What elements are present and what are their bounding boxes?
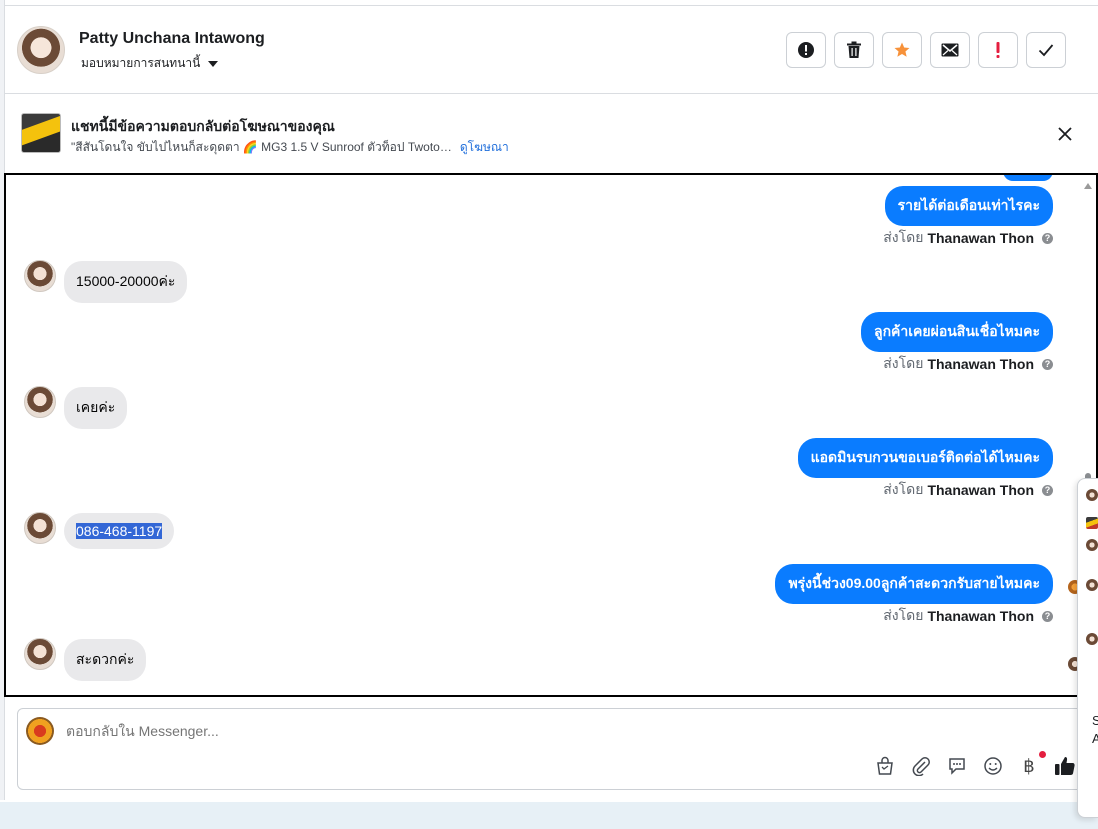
incoming-message[interactable]: สะดวกค่ะ: [64, 639, 147, 681]
contact-avatar-small[interactable]: [24, 386, 56, 418]
star-icon: [894, 42, 910, 57]
attach-button[interactable]: [910, 755, 932, 777]
report-spam-icon: [798, 42, 814, 58]
report-spam-button[interactable]: [786, 32, 826, 68]
scroll-up-arrow-icon[interactable]: [1084, 183, 1092, 189]
panel-text-s: S: [1092, 713, 1098, 728]
panel-avatar[interactable]: [1086, 633, 1098, 645]
sent-by-prefix: ส่งโดย: [883, 481, 924, 497]
view-ad-link[interactable]: ดูโฆษณา: [460, 138, 509, 157]
panel-avatar[interactable]: [1086, 539, 1098, 551]
caret-down-icon: [208, 60, 219, 67]
outgoing-message[interactable]: รายได้ต่อเดือนเท่าไรคะ: [884, 186, 1053, 226]
emoji-button[interactable]: [982, 755, 1004, 777]
ad-banner-subtitle: "สีสันโดนใจ ขับไปไหนก็สะดุดตา 🌈 MG3 1.5 …: [71, 140, 452, 154]
checkmark-icon: [1038, 44, 1054, 57]
sent-by-label: ส่งโดย Thanawan Thon ?: [883, 479, 1053, 501]
important-icon: [996, 42, 1000, 58]
panel-text-a: A: [1092, 731, 1098, 746]
baht-payment-icon: ฿: [1023, 755, 1035, 777]
contact-avatar-small[interactable]: [24, 260, 56, 292]
message-thread[interactable]: รายได้ต่อเดือนเท่าไรคะ ส่งโดย Thanawan T…: [4, 173, 1098, 697]
sent-by-prefix: ส่งโดย: [883, 229, 924, 245]
help-icon[interactable]: ?: [1042, 484, 1053, 496]
sent-by-label: ส่งโดย Thanawan Thon ?: [883, 605, 1053, 627]
panel-avatar[interactable]: [1086, 489, 1098, 501]
sender-name: Thanawan Thon: [927, 608, 1034, 624]
contact-avatar-small[interactable]: [24, 638, 56, 670]
outgoing-message[interactable]: แอดมินรบกวนขอเบอร์ติดต่อได้ไหมคะ: [797, 438, 1053, 478]
notification-dot: [1039, 751, 1046, 758]
close-icon: [1058, 127, 1072, 141]
panel-avatar[interactable]: [1086, 579, 1098, 591]
payment-button[interactable]: ฿: [1018, 751, 1046, 777]
help-icon[interactable]: ?: [1042, 358, 1053, 370]
ad-thumbnail[interactable]: [21, 113, 61, 153]
message-composer: ฿: [17, 708, 1087, 790]
assign-label: มอบหมายการสนทนานี้: [81, 56, 201, 70]
shop-button[interactable]: [874, 755, 896, 777]
emoji-icon: [984, 757, 1002, 775]
sent-by-prefix: ส่งโดย: [883, 607, 924, 623]
conversation-actions: [786, 32, 1066, 68]
help-icon[interactable]: ?: [1042, 232, 1053, 244]
envelope-icon: [941, 43, 959, 57]
sent-by-prefix: ส่งโดย: [883, 355, 924, 371]
panel-ad-thumbnail[interactable]: [1086, 517, 1098, 529]
ad-reply-banner: แชทนี้มีข้อความตอบกลับต่อโฆษณาของคุณ "สี…: [5, 95, 1098, 173]
important-button[interactable]: [978, 32, 1018, 68]
side-conversation-panel[interactable]: S A: [1077, 478, 1098, 818]
incoming-message[interactable]: 086-468-1197: [64, 513, 175, 549]
ad-banner-subtitle-row: "สีสันโดนใจ ขับไปไหนก็สะดุดตา 🌈 MG3 1.5 …: [71, 138, 509, 157]
bottom-status-strip: [0, 802, 1098, 829]
delete-button[interactable]: [834, 32, 874, 68]
shopping-bag-icon: [877, 756, 893, 775]
contact-avatar[interactable]: [17, 26, 65, 74]
saved-reply-icon: [949, 758, 965, 775]
help-icon[interactable]: ?: [1042, 610, 1053, 622]
contact-avatar-small[interactable]: [24, 512, 56, 544]
page-avatar: [26, 717, 54, 745]
conversation-header: Patty Unchana Intawong มอบหมายการสนทนานี…: [5, 5, 1098, 94]
assign-conversation-dropdown[interactable]: มอบหมายการสนทนานี้: [81, 54, 219, 73]
ad-banner-title: แชทนี้มีข้อความตอบกลับต่อโฆษณาของคุณ: [71, 118, 335, 134]
sent-by-label: ส่งโดย Thanawan Thon ?: [883, 227, 1053, 249]
trash-icon: [847, 41, 861, 58]
mark-unread-button[interactable]: [930, 32, 970, 68]
composer-toolbar: ฿: [874, 751, 1076, 777]
reply-input[interactable]: [66, 723, 766, 739]
thumbs-up-icon: [1055, 757, 1075, 775]
contact-name[interactable]: Patty Unchana Intawong: [79, 30, 265, 48]
sender-name: Thanawan Thon: [927, 230, 1034, 246]
previous-message-bubble: [1003, 175, 1053, 181]
close-banner-button[interactable]: [1054, 123, 1076, 145]
paperclip-icon: [912, 757, 930, 776]
incoming-message[interactable]: เคยค่ะ: [64, 387, 128, 429]
outgoing-message[interactable]: พรุ่งนี้ช่วง09.00ลูกค้าสะดวกรับสายไหมคะ: [775, 564, 1053, 604]
sent-by-label: ส่งโดย Thanawan Thon ?: [883, 353, 1053, 375]
saved-replies-button[interactable]: [946, 755, 968, 777]
star-button[interactable]: [882, 32, 922, 68]
selected-phone-number[interactable]: 086-468-1197: [76, 523, 163, 539]
sender-name: Thanawan Thon: [927, 356, 1034, 372]
like-button[interactable]: [1054, 755, 1076, 777]
incoming-message[interactable]: 15000-20000ค่ะ: [64, 261, 188, 303]
sender-name: Thanawan Thon: [927, 482, 1034, 498]
mark-done-button[interactable]: [1026, 32, 1066, 68]
outgoing-message[interactable]: ลูกค้าเคยผ่อนสินเชื่อไหมคะ: [860, 312, 1053, 352]
